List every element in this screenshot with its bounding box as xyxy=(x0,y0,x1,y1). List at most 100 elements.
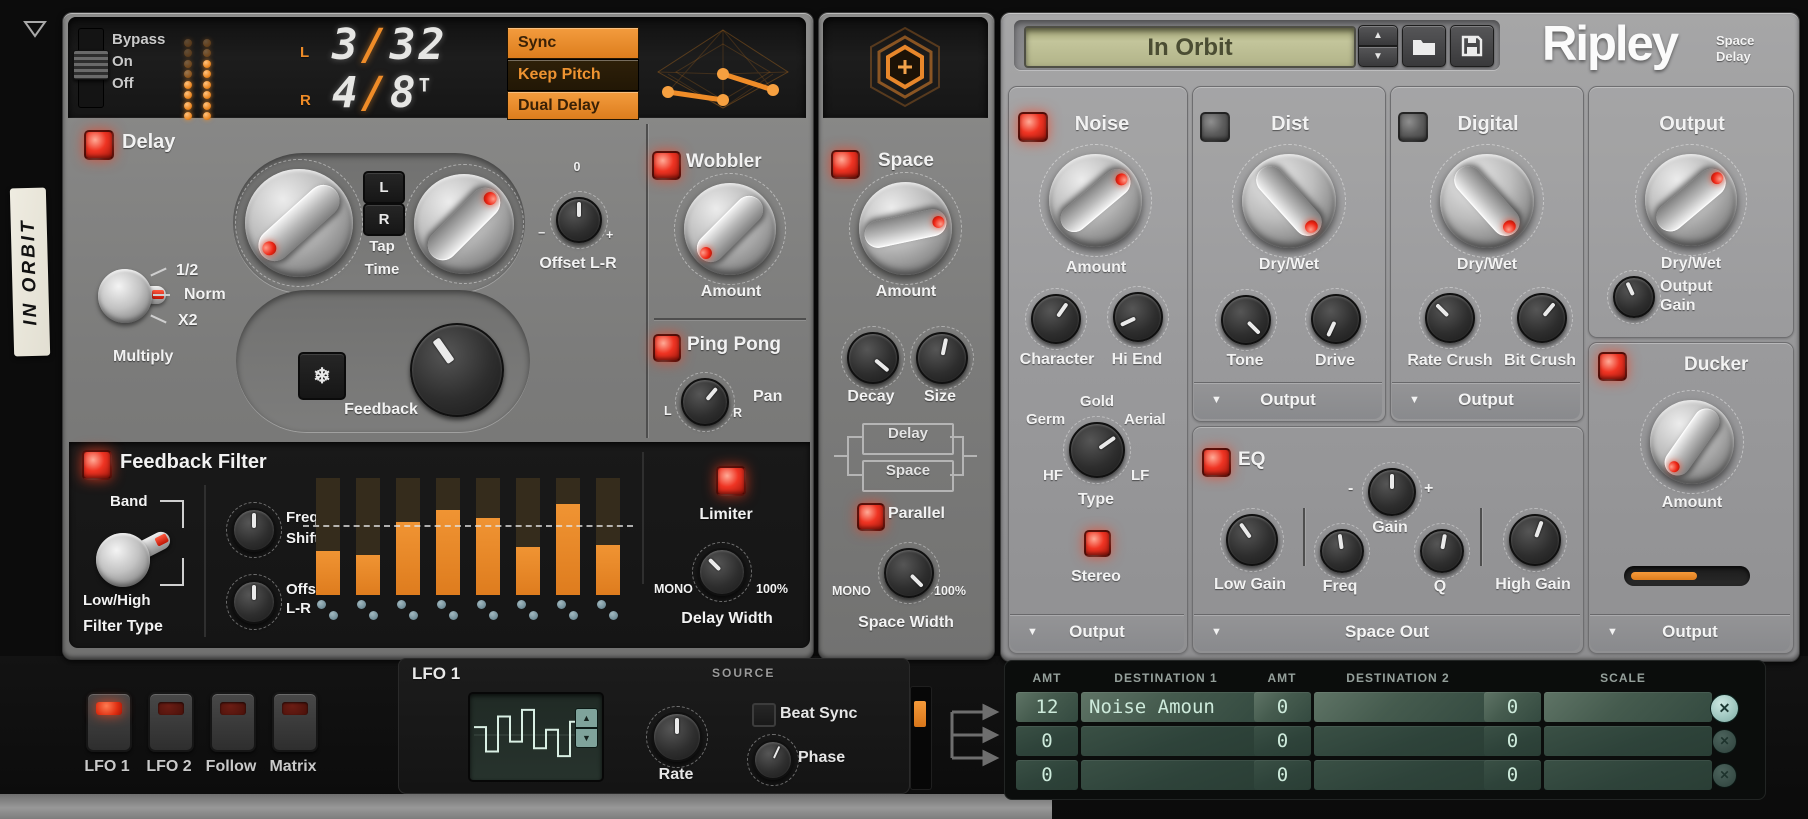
nav-matrix-label[interactable]: Matrix xyxy=(269,758,316,776)
matrix-r1-dest1[interactable]: Noise Amoun xyxy=(1081,692,1259,722)
matrix-r3-amt2[interactable]: 0 xyxy=(1254,760,1311,790)
ducker-footer[interactable]: ▼ Output xyxy=(1590,614,1790,651)
dual-delay-button[interactable]: Dual Delay xyxy=(507,91,639,120)
noise-enable-led[interactable] xyxy=(1018,112,1048,142)
drive-knob[interactable] xyxy=(1311,294,1361,344)
keep-pitch-button[interactable]: Keep Pitch xyxy=(507,59,639,91)
wobbler-amount-knob[interactable] xyxy=(684,183,776,275)
matrix-r1-dest2[interactable] xyxy=(1314,692,1489,722)
preset-up-button[interactable]: ▲ xyxy=(1358,25,1398,46)
freeze-button[interactable]: ❄ xyxy=(298,352,346,400)
nav-lfo1-button[interactable] xyxy=(86,692,132,752)
eq-gain-knob[interactable] xyxy=(1368,468,1416,516)
high-gain-knob[interactable] xyxy=(1509,514,1561,566)
ping-pong-enable-led[interactable] xyxy=(653,334,681,362)
space-amount-knob[interactable] xyxy=(859,182,952,275)
preset-down-button[interactable]: ▼ xyxy=(1358,46,1398,67)
freq-shift-knob[interactable] xyxy=(232,508,276,552)
delay-width-knob[interactable] xyxy=(698,548,746,596)
eq-q-knob[interactable] xyxy=(1420,529,1464,573)
eq-footer[interactable]: ▼ Space Out xyxy=(1194,614,1580,651)
matrix-r3-scale[interactable] xyxy=(1544,760,1712,790)
mod-amount-fader-value[interactable] xyxy=(914,701,926,727)
dist-enable-led[interactable] xyxy=(1200,112,1230,142)
nav-follow-button[interactable] xyxy=(210,692,256,752)
space-width-knob[interactable] xyxy=(884,548,934,598)
nav-follow-label[interactable]: Follow xyxy=(206,758,257,776)
stereo-led[interactable] xyxy=(1084,530,1111,557)
waveform-down-button[interactable]: ▼ xyxy=(575,728,598,748)
matrix-r1-scale[interactable] xyxy=(1544,692,1712,722)
low-high-label[interactable]: Low/High xyxy=(83,592,151,609)
ducker-enable-led[interactable] xyxy=(1598,352,1627,381)
rate-crush-knob[interactable] xyxy=(1425,293,1475,343)
hi-end-knob[interactable] xyxy=(1113,292,1163,342)
preset-save-button[interactable] xyxy=(1450,25,1494,67)
decay-knob[interactable] xyxy=(847,332,899,384)
nav-lfo2-button[interactable] xyxy=(148,692,194,752)
matrix-r1-amt3[interactable]: 0 xyxy=(1484,692,1541,722)
beat-sync-checkbox[interactable] xyxy=(752,703,776,727)
digital-drywet-knob[interactable] xyxy=(1440,154,1534,248)
matrix-r2-delete-button[interactable]: ✕ xyxy=(1712,729,1737,754)
noise-amount-knob[interactable] xyxy=(1049,154,1142,247)
matrix-r3-amt3[interactable]: 0 xyxy=(1484,760,1541,790)
matrix-r3-dest2[interactable] xyxy=(1314,760,1489,790)
digital-output-footer[interactable]: ▼ Output xyxy=(1392,382,1580,419)
matrix-r2-dest2[interactable] xyxy=(1314,726,1489,756)
dist-output-footer[interactable]: ▼ Output xyxy=(1194,382,1382,419)
fold-arrow-icon[interactable] xyxy=(22,18,48,40)
delay-time-right-knob[interactable] xyxy=(414,174,514,274)
digital-enable-led[interactable] xyxy=(1398,112,1428,142)
multiply-norm-label[interactable]: Norm xyxy=(184,286,226,304)
bypass-switch-handle[interactable] xyxy=(73,50,109,80)
lfo-phase-knob[interactable] xyxy=(753,740,793,780)
lfo-rate-knob[interactable] xyxy=(652,712,702,762)
lfo-waveform-display[interactable]: ▲ ▼ xyxy=(468,692,604,782)
output-drywet-knob[interactable] xyxy=(1645,154,1737,246)
limiter-led[interactable] xyxy=(716,466,746,496)
pan-knob[interactable] xyxy=(681,378,729,426)
nav-lfo2-label[interactable]: LFO 2 xyxy=(146,758,191,776)
dist-drywet-knob[interactable] xyxy=(1242,154,1336,248)
sync-button[interactable]: Sync xyxy=(507,27,639,59)
bit-crush-knob[interactable] xyxy=(1517,293,1567,343)
multiply-x2-label[interactable]: X2 xyxy=(178,312,198,330)
nav-matrix-button[interactable] xyxy=(272,692,318,752)
tap-right-button[interactable]: R xyxy=(363,203,405,236)
multiply-half-label[interactable]: 1/2 xyxy=(176,262,198,280)
ff-threshold[interactable] xyxy=(303,525,633,527)
parallel-led[interactable] xyxy=(857,503,885,531)
mod-amount-fader[interactable] xyxy=(910,686,932,790)
preset-display[interactable]: In Orbit xyxy=(1024,26,1356,68)
ducker-slider-track[interactable] xyxy=(1624,566,1750,586)
ducker-slider-fill[interactable] xyxy=(1631,572,1697,580)
noise-output-footer[interactable]: ▼ Output xyxy=(1010,614,1184,651)
space-enable-led[interactable] xyxy=(831,150,860,179)
tap-left-button[interactable]: L xyxy=(363,171,405,204)
waveform-up-button[interactable]: ▲ xyxy=(575,708,598,728)
output-gain-knob[interactable] xyxy=(1613,276,1655,318)
delay-time-left-knob[interactable] xyxy=(245,169,353,277)
eq-freq-knob[interactable] xyxy=(1320,529,1364,573)
matrix-r1-delete-button[interactable]: ✕ xyxy=(1710,694,1739,723)
feedback-filter-enable-led[interactable] xyxy=(82,450,112,480)
matrix-r2-amt3[interactable]: 0 xyxy=(1484,726,1541,756)
multiply-lever-base[interactable] xyxy=(98,269,152,323)
character-knob[interactable] xyxy=(1031,294,1081,344)
delay-enable-led[interactable] xyxy=(84,130,114,160)
matrix-r1-amt1[interactable]: 12 xyxy=(1016,692,1078,722)
ducker-amount-knob[interactable] xyxy=(1650,400,1734,484)
matrix-r3-dest1[interactable] xyxy=(1081,760,1259,790)
matrix-r2-dest1[interactable] xyxy=(1081,726,1259,756)
matrix-r2-amt1[interactable]: 0 xyxy=(1016,726,1078,756)
nav-lfo1-label[interactable]: LFO 1 xyxy=(84,758,129,776)
filter-offset-knob[interactable] xyxy=(232,580,276,624)
delay-offset-knob[interactable] xyxy=(556,197,602,243)
size-knob[interactable] xyxy=(916,332,968,384)
preset-browse-button[interactable] xyxy=(1402,25,1446,67)
matrix-r2-amt2[interactable]: 0 xyxy=(1254,726,1311,756)
feedback-filter-graph[interactable] xyxy=(316,478,620,595)
feedback-knob[interactable] xyxy=(410,323,504,417)
noise-type-knob[interactable] xyxy=(1069,422,1125,478)
